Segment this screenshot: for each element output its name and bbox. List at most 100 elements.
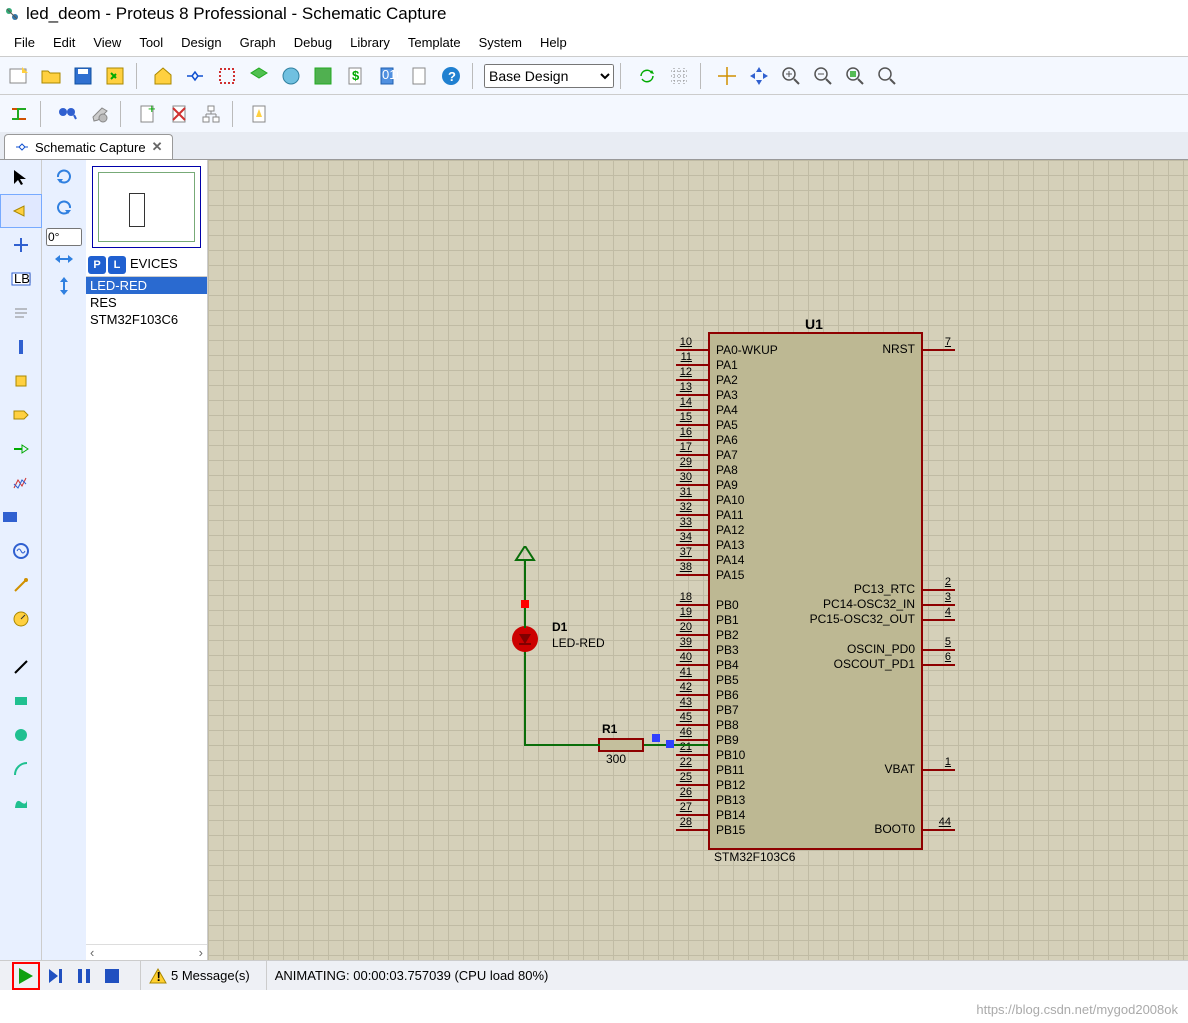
bom-icon[interactable]: $ [340,61,370,91]
menu-design[interactable]: Design [173,33,229,52]
circle-draw-tool[interactable] [0,718,42,752]
pin-VBAT[interactable]: 1VBAT [781,762,921,777]
pin-PA2[interactable]: 12PA2 [710,372,810,387]
junction-tool[interactable] [0,228,42,262]
pin-PC15-OSC32_OUT[interactable]: 4PC15-OSC32_OUT [781,612,921,627]
zoom-area-icon[interactable] [872,61,902,91]
component-tool[interactable] [0,194,42,228]
wire[interactable] [643,744,708,746]
schematic-icon[interactable] [180,61,210,91]
line-draw-tool[interactable] [0,650,42,684]
device-pin-tool[interactable] [0,432,42,466]
pin-PA3[interactable]: 13PA3 [710,387,810,402]
overview-navigator[interactable] [92,166,201,248]
power-terminal[interactable] [514,546,536,562]
hierarchy-icon[interactable] [196,99,226,129]
pan-icon[interactable] [744,61,774,91]
rotate-cw-icon[interactable] [53,166,75,191]
probe-tool[interactable] [0,568,42,602]
pin-PC13_RTC[interactable]: 2PC13_RTC [781,582,921,597]
pin-NRST[interactable]: 7NRST [781,342,921,357]
pin-PA13[interactable]: 34PA13 [710,537,810,552]
pin-PA11[interactable]: 32PA11 [710,507,810,522]
pin-PA8[interactable]: 29PA8 [710,462,810,477]
bus-tool[interactable] [0,330,42,364]
menu-debug[interactable]: Debug [286,33,340,52]
generator-tool[interactable] [0,534,42,568]
close-project-icon[interactable] [100,61,130,91]
pin-PC14-OSC32_IN[interactable]: 3PC14-OSC32_IN [781,597,921,612]
open-project-icon[interactable] [36,61,66,91]
flip-h-icon[interactable] [53,252,75,269]
close-icon[interactable]: ✕ [152,139,163,155]
panel-scrollbar[interactable]: ‹› [86,944,207,960]
zoom-fit-icon[interactable] [840,61,870,91]
zoom-out-icon[interactable] [808,61,838,91]
schematic-canvas[interactable]: U1 STM32F103C6 10PA0-WKUP11PA112PA213PA3… [208,160,1188,960]
new-project-icon[interactable] [4,61,34,91]
pin-BOOT0[interactable]: 44BOOT0 [781,822,921,837]
grid-snap-icon[interactable] [664,61,694,91]
component-d1[interactable] [512,626,538,652]
rotation-input[interactable] [46,228,82,246]
pause-button[interactable] [72,964,96,988]
search-icon[interactable] [52,99,82,129]
pin-PB7[interactable]: 43PB7 [710,702,810,717]
gerber-icon[interactable] [276,61,306,91]
pin-PA10[interactable]: 31PA10 [710,492,810,507]
help-icon[interactable]: ? [436,61,466,91]
pin-PB12[interactable]: 25PB12 [710,777,810,792]
subcircuit-tool[interactable] [0,364,42,398]
cursor-tool[interactable] [0,160,42,194]
menu-tool[interactable]: Tool [131,33,171,52]
delete-sheet-icon[interactable] [164,99,194,129]
pin-PB13[interactable]: 26PB13 [710,792,810,807]
pin-PB2[interactable]: 20PB2 [710,627,810,642]
errc-icon[interactable] [244,99,274,129]
component-r1[interactable] [598,738,644,752]
graph-tool[interactable] [0,466,42,500]
pin-PB14[interactable]: 27PB14 [710,807,810,822]
pin-PB6[interactable]: 42PB6 [710,687,810,702]
flip-v-icon[interactable] [57,275,71,300]
instrument-tool[interactable] [0,602,42,636]
component-u1[interactable]: U1 STM32F103C6 10PA0-WKUP11PA112PA213PA3… [708,332,923,850]
center-icon[interactable] [712,61,742,91]
pin-PA5[interactable]: 15PA5 [710,417,810,432]
tape-tool[interactable] [0,500,42,534]
pin-PB8[interactable]: 45PB8 [710,717,810,732]
pin-PB10[interactable]: 21PB10 [710,747,810,762]
rect-draw-tool[interactable] [0,684,42,718]
pin-PA9[interactable]: 30PA9 [710,477,810,492]
pin-PB5[interactable]: 41PB5 [710,672,810,687]
list-item[interactable]: RES [86,294,207,311]
stop-button[interactable] [100,964,124,988]
pin-PA14[interactable]: 37PA14 [710,552,810,567]
vsm-icon[interactable] [404,61,434,91]
menu-library[interactable]: Library [342,33,398,52]
messages-status[interactable]: ! 5 Message(s) [140,961,258,990]
menu-graph[interactable]: Graph [232,33,284,52]
play-button[interactable] [12,962,40,990]
refresh-icon[interactable] [632,61,662,91]
menu-file[interactable]: File [6,33,43,52]
menu-help[interactable]: Help [532,33,575,52]
step-button[interactable] [44,964,68,988]
wire-mode-icon[interactable] [4,99,34,129]
design-variant-select[interactable]: Base Design [484,64,614,88]
pin-PA1[interactable]: 11PA1 [710,357,810,372]
arc-draw-tool[interactable] [0,752,42,786]
pin-PA12[interactable]: 33PA12 [710,522,810,537]
pin-PA6[interactable]: 16PA6 [710,432,810,447]
label-tool[interactable]: LBL [0,262,42,296]
device-list[interactable]: LED-RED RES STM32F103C6 [86,277,207,944]
pin-OSCOUT_PD1[interactable]: 6OSCOUT_PD1 [781,657,921,672]
pin-PA7[interactable]: 17PA7 [710,447,810,462]
source-code-icon[interactable]: 0101 [372,61,402,91]
pick-devices-button[interactable]: P [88,256,106,274]
menu-template[interactable]: Template [400,33,469,52]
menu-view[interactable]: View [85,33,129,52]
save-project-icon[interactable] [68,61,98,91]
zoom-in-icon[interactable] [776,61,806,91]
design-explorer-icon[interactable] [308,61,338,91]
